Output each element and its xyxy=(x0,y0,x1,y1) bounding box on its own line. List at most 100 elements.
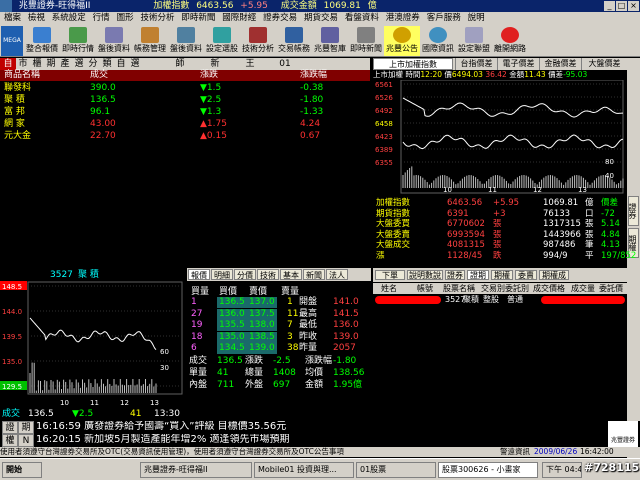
toolbar-button[interactable]: 帳務管理 xyxy=(132,26,168,56)
start-button[interactable]: 開始 xyxy=(2,462,42,478)
tab[interactable]: 01 xyxy=(270,58,300,70)
news-item[interactable]: 16:20:15 新加坡5月製造產能年增2% 適逢領先市場預期 xyxy=(36,434,596,446)
stock-row[interactable]: 元大金 22.70 ▲0.15 0.67 xyxy=(0,130,370,142)
toolbar-button[interactable]: 整合報價 xyxy=(24,26,60,56)
tab-tech[interactable]: 技術 xyxy=(257,269,279,280)
menu-service[interactable]: 客戶服務 xyxy=(427,12,461,25)
menu-view[interactable]: 檢視 xyxy=(28,12,45,25)
summary-cell: 筆 xyxy=(585,240,594,250)
chart-symbol: 3527 xyxy=(50,270,73,280)
news-button-securities[interactable]: 證 xyxy=(2,421,18,434)
menu-file[interactable]: 檔案 xyxy=(4,12,21,25)
toolbar-button[interactable]: 技術分析 xyxy=(240,26,276,56)
tab-market-spread[interactable]: 大盤價差 xyxy=(581,58,627,70)
tab[interactable]: 新 xyxy=(200,58,230,70)
globe-icon xyxy=(429,27,447,43)
menu-tech[interactable]: 技術分析 xyxy=(140,12,174,25)
y-tick-label: 135.0 xyxy=(2,358,22,366)
stock-row[interactable]: 聚 積 136.5 ▼2.5 -1.80 xyxy=(0,94,370,106)
bid-qty: 6 xyxy=(191,343,197,353)
taskbar-item[interactable]: 01股票 xyxy=(356,462,436,478)
menu-trade[interactable]: 證券交易 xyxy=(263,12,297,25)
tab[interactable]: 市 xyxy=(16,58,30,70)
stock-row[interactable]: 富 邦 96.1 ▼1.3 -1.33 xyxy=(0,106,370,118)
toolbar-button[interactable]: 即時行情 xyxy=(60,26,96,56)
x-tick-label: 12 xyxy=(120,399,129,407)
news-button-n[interactable]: N xyxy=(18,434,34,447)
toolbar-button[interactable]: 盤後資料 xyxy=(96,26,132,56)
maximize-button[interactable]: □ xyxy=(616,1,627,11)
news-button-futures[interactable]: 期 xyxy=(18,421,34,434)
tab[interactable]: 產 xyxy=(58,58,72,70)
tab-quote[interactable]: 報價 xyxy=(188,269,210,280)
menu-data[interactable]: 看盤資料 xyxy=(345,12,379,25)
toolbar-button[interactable]: 兆豐智庫 xyxy=(312,26,348,56)
tab[interactable]: 分 xyxy=(86,58,100,70)
tab-fin-spread[interactable]: 金融價差 xyxy=(539,58,581,70)
order-button[interactable]: 下單 xyxy=(375,270,405,280)
ask-price: 137.0 xyxy=(247,297,277,308)
toolbar-button[interactable]: 即時新聞 xyxy=(348,26,384,56)
order-row[interactable]: 3527 聚積 整股 普通 xyxy=(373,295,627,305)
futures-price-line xyxy=(402,134,624,149)
help-button[interactable]: 說明數說 xyxy=(407,270,443,280)
ask-qty: 3 xyxy=(287,331,293,342)
tab[interactable]: 類 xyxy=(100,58,114,70)
minimize-button[interactable]: _ xyxy=(604,1,615,11)
tab-elec-spread[interactable]: 電子價差 xyxy=(497,58,539,70)
menu-futures[interactable]: 期貨交易 xyxy=(304,12,338,25)
ask-qty: 1 xyxy=(287,297,293,307)
tab[interactable]: 自 xyxy=(114,58,128,70)
tab[interactable]: 選 xyxy=(128,58,142,70)
sum-label: 總量 xyxy=(245,368,264,378)
menu-news[interactable]: 即時新聞 xyxy=(181,12,215,25)
menu-hk[interactable]: 港澳證券 xyxy=(386,12,420,25)
menu-settings[interactable]: 系統設定 xyxy=(52,12,86,25)
stock-intraday-panel: 3527 聚 積 148.5 144.0 139.5 135.0 129.5 60 30 … xyxy=(0,268,185,420)
menu-help[interactable]: 說明 xyxy=(468,12,485,25)
futures-button[interactable]: 證期 xyxy=(467,270,489,280)
tab-basic[interactable]: 基本 xyxy=(280,269,302,280)
tab-institutional[interactable]: 法人 xyxy=(326,269,348,280)
news-ticker: 證 期 權 N 16:16:59 廣發證券給予國壽“買入”評級 目標價35.56… xyxy=(0,421,640,447)
stock-row[interactable]: 網 家 43.00 ▲1.75 4.24 xyxy=(0,118,370,130)
tab[interactable]: 櫃 xyxy=(30,58,44,70)
sum-value: 138.56 xyxy=(333,368,365,378)
options-button[interactable]: 期權 xyxy=(491,270,513,280)
toolbar-button[interactable]: 盤後資料 xyxy=(168,26,204,56)
toolbar-button[interactable]: 設定聯盟 xyxy=(456,26,492,56)
menu-intl[interactable]: 國際財經 xyxy=(222,12,256,25)
index-dropdown[interactable]: 上市加權指數 xyxy=(373,58,453,70)
tab[interactable]: 期 xyxy=(44,58,58,70)
taskbar-item[interactable]: Mobile01 投資與理... xyxy=(254,462,354,478)
sell-button[interactable]: 委賣 xyxy=(515,270,537,280)
tab-price-dist[interactable]: 分價 xyxy=(234,269,256,280)
close-button[interactable]: × xyxy=(628,1,639,11)
securities-button[interactable]: 證券 xyxy=(445,270,465,280)
toolbar-button[interactable]: 國際資訊 xyxy=(420,26,456,56)
tab-tx-spread[interactable]: 台指價差 xyxy=(455,58,497,70)
menu-charts[interactable]: 圖形 xyxy=(117,12,134,25)
tab-self[interactable]: 自 xyxy=(0,58,16,70)
sum-value: 697 xyxy=(273,380,291,390)
think-tank-icon xyxy=(321,27,339,43)
tab-news[interactable]: 新聞 xyxy=(303,269,325,280)
tab-detail[interactable]: 明細 xyxy=(211,269,233,280)
news-item[interactable]: 16:16:59 廣發證券給予國壽“買入”評級 目標價35.56元 xyxy=(36,421,596,433)
toolbar-button[interactable]: 兆豐公告 xyxy=(384,26,420,56)
toolbar-button[interactable]: 交易帳務 xyxy=(276,26,312,56)
filled-button[interactable]: 期權成 xyxy=(539,270,569,280)
toolbar-button[interactable]: 設定選股 xyxy=(204,26,240,56)
menu-quotes[interactable]: 行情 xyxy=(93,12,110,25)
toolbar-button[interactable]: 離開網路 xyxy=(492,26,528,56)
side-tab-news[interactable]: 證券 xyxy=(628,196,639,226)
taskbar-item[interactable]: 兆豐證券-旺得福II xyxy=(140,462,252,478)
news-button-options[interactable]: 權 xyxy=(2,434,18,447)
footer-volume: 41 xyxy=(130,409,141,419)
tab[interactable]: 選 xyxy=(72,58,86,70)
stock-name: 元大金 xyxy=(4,131,32,141)
taskbar-item[interactable]: 股票300626 - 小畫家 xyxy=(438,462,538,478)
tab[interactable]: 師 xyxy=(165,58,195,70)
stock-row[interactable]: 聯發科 390.0 ▼1.5 -0.38 xyxy=(0,82,370,94)
tab[interactable]: 王 xyxy=(230,58,270,70)
